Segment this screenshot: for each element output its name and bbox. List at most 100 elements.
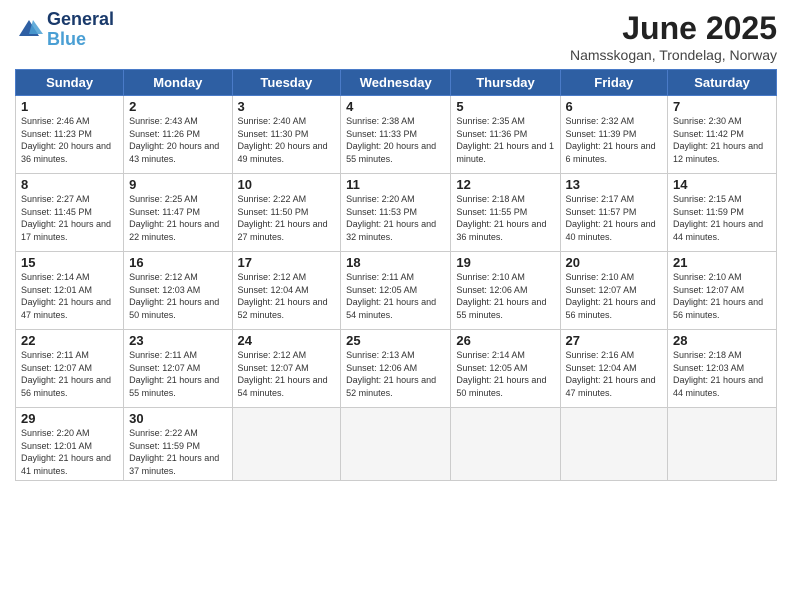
calendar-cell: 4 Sunrise: 2:38 AM Sunset: 11:33 PM Dayl… [341,96,451,174]
calendar-table: SundayMondayTuesdayWednesdayThursdayFrid… [15,69,777,481]
day-info: Sunrise: 2:30 AM Sunset: 11:42 PM Daylig… [673,115,771,165]
day-header-thursday: Thursday [451,70,560,96]
calendar-cell: 19 Sunrise: 2:10 AM Sunset: 12:06 AM Day… [451,252,560,330]
calendar-cell: 22 Sunrise: 2:11 AM Sunset: 12:07 AM Day… [16,330,124,408]
calendar-cell: 23 Sunrise: 2:11 AM Sunset: 12:07 AM Day… [124,330,232,408]
day-number: 3 [238,99,336,114]
day-header-saturday: Saturday [668,70,777,96]
day-info: Sunrise: 2:38 AM Sunset: 11:33 PM Daylig… [346,115,445,165]
calendar-cell: 17 Sunrise: 2:12 AM Sunset: 12:04 AM Day… [232,252,341,330]
day-number: 13 [566,177,663,192]
calendar-cell: 20 Sunrise: 2:10 AM Sunset: 12:07 AM Day… [560,252,668,330]
day-info: Sunrise: 2:10 AM Sunset: 12:07 AM Daylig… [673,271,771,321]
day-info: Sunrise: 2:25 AM Sunset: 11:47 PM Daylig… [129,193,226,243]
day-info: Sunrise: 2:12 AM Sunset: 12:03 AM Daylig… [129,271,226,321]
logo-text: General Blue [47,10,114,50]
day-info: Sunrise: 2:16 AM Sunset: 12:04 AM Daylig… [566,349,663,399]
day-number: 15 [21,255,118,270]
day-number: 29 [21,411,118,426]
day-info: Sunrise: 2:20 AM Sunset: 11:53 PM Daylig… [346,193,445,243]
day-info: Sunrise: 2:35 AM Sunset: 11:36 PM Daylig… [456,115,554,165]
day-info: Sunrise: 2:11 AM Sunset: 12:07 AM Daylig… [129,349,226,399]
day-header-friday: Friday [560,70,668,96]
day-number: 16 [129,255,226,270]
calendar-cell: 13 Sunrise: 2:17 AM Sunset: 11:57 PM Day… [560,174,668,252]
day-info: Sunrise: 2:40 AM Sunset: 11:30 PM Daylig… [238,115,336,165]
day-number: 8 [21,177,118,192]
day-number: 24 [238,333,336,348]
day-number: 5 [456,99,554,114]
day-info: Sunrise: 2:18 AM Sunset: 11:55 PM Daylig… [456,193,554,243]
calendar-week-5: 29 Sunrise: 2:20 AM Sunset: 12:01 AM Day… [16,408,777,481]
day-info: Sunrise: 2:32 AM Sunset: 11:39 PM Daylig… [566,115,663,165]
day-info: Sunrise: 2:20 AM Sunset: 12:01 AM Daylig… [21,427,118,477]
day-number: 7 [673,99,771,114]
calendar-cell: 29 Sunrise: 2:20 AM Sunset: 12:01 AM Day… [16,408,124,481]
calendar-cell: 10 Sunrise: 2:22 AM Sunset: 11:50 PM Day… [232,174,341,252]
day-header-sunday: Sunday [16,70,124,96]
calendar-cell: 14 Sunrise: 2:15 AM Sunset: 11:59 PM Day… [668,174,777,252]
calendar-cell: 21 Sunrise: 2:10 AM Sunset: 12:07 AM Day… [668,252,777,330]
day-info: Sunrise: 2:18 AM Sunset: 12:03 AM Daylig… [673,349,771,399]
calendar-cell [232,408,341,481]
day-header-monday: Monday [124,70,232,96]
day-number: 18 [346,255,445,270]
calendar-week-2: 8 Sunrise: 2:27 AM Sunset: 11:45 PM Dayl… [16,174,777,252]
calendar-cell: 11 Sunrise: 2:20 AM Sunset: 11:53 PM Day… [341,174,451,252]
day-info: Sunrise: 2:22 AM Sunset: 11:50 PM Daylig… [238,193,336,243]
logo: General Blue [15,10,114,50]
calendar-cell: 27 Sunrise: 2:16 AM Sunset: 12:04 AM Day… [560,330,668,408]
day-info: Sunrise: 2:10 AM Sunset: 12:06 AM Daylig… [456,271,554,321]
day-number: 30 [129,411,226,426]
day-number: 21 [673,255,771,270]
day-info: Sunrise: 2:12 AM Sunset: 12:07 AM Daylig… [238,349,336,399]
calendar-week-4: 22 Sunrise: 2:11 AM Sunset: 12:07 AM Day… [16,330,777,408]
day-number: 9 [129,177,226,192]
day-info: Sunrise: 2:14 AM Sunset: 12:01 AM Daylig… [21,271,118,321]
calendar-cell: 26 Sunrise: 2:14 AM Sunset: 12:05 AM Day… [451,330,560,408]
day-header-wednesday: Wednesday [341,70,451,96]
calendar-cell: 9 Sunrise: 2:25 AM Sunset: 11:47 PM Dayl… [124,174,232,252]
calendar-cell: 1 Sunrise: 2:46 AM Sunset: 11:23 PM Dayl… [16,96,124,174]
calendar-cell: 24 Sunrise: 2:12 AM Sunset: 12:07 AM Day… [232,330,341,408]
day-number: 28 [673,333,771,348]
title-block: June 2025 Namsskogan, Trondelag, Norway [570,10,777,63]
day-number: 19 [456,255,554,270]
calendar-cell: 7 Sunrise: 2:30 AM Sunset: 11:42 PM Dayl… [668,96,777,174]
calendar-week-1: 1 Sunrise: 2:46 AM Sunset: 11:23 PM Dayl… [16,96,777,174]
day-number: 14 [673,177,771,192]
day-number: 2 [129,99,226,114]
header: General Blue June 2025 Namsskogan, Trond… [15,10,777,63]
subtitle: Namsskogan, Trondelag, Norway [570,47,777,63]
day-number: 1 [21,99,118,114]
day-header-tuesday: Tuesday [232,70,341,96]
day-info: Sunrise: 2:43 AM Sunset: 11:26 PM Daylig… [129,115,226,165]
day-number: 23 [129,333,226,348]
day-info: Sunrise: 2:15 AM Sunset: 11:59 PM Daylig… [673,193,771,243]
day-number: 20 [566,255,663,270]
day-number: 25 [346,333,445,348]
day-info: Sunrise: 2:17 AM Sunset: 11:57 PM Daylig… [566,193,663,243]
day-info: Sunrise: 2:11 AM Sunset: 12:07 AM Daylig… [21,349,118,399]
day-number: 17 [238,255,336,270]
day-info: Sunrise: 2:12 AM Sunset: 12:04 AM Daylig… [238,271,336,321]
day-number: 12 [456,177,554,192]
calendar-cell [341,408,451,481]
day-number: 11 [346,177,445,192]
day-info: Sunrise: 2:14 AM Sunset: 12:05 AM Daylig… [456,349,554,399]
calendar-cell: 15 Sunrise: 2:14 AM Sunset: 12:01 AM Day… [16,252,124,330]
day-number: 4 [346,99,445,114]
main-title: June 2025 [570,10,777,47]
calendar-cell: 2 Sunrise: 2:43 AM Sunset: 11:26 PM Dayl… [124,96,232,174]
page: General Blue June 2025 Namsskogan, Trond… [0,0,792,612]
logo-icon [15,16,43,44]
calendar-cell: 12 Sunrise: 2:18 AM Sunset: 11:55 PM Day… [451,174,560,252]
calendar-cell: 28 Sunrise: 2:18 AM Sunset: 12:03 AM Day… [668,330,777,408]
calendar-cell: 6 Sunrise: 2:32 AM Sunset: 11:39 PM Dayl… [560,96,668,174]
calendar-cell [668,408,777,481]
calendar-cell: 25 Sunrise: 2:13 AM Sunset: 12:06 AM Day… [341,330,451,408]
day-info: Sunrise: 2:10 AM Sunset: 12:07 AM Daylig… [566,271,663,321]
day-info: Sunrise: 2:27 AM Sunset: 11:45 PM Daylig… [21,193,118,243]
day-number: 6 [566,99,663,114]
calendar-cell: 30 Sunrise: 2:22 AM Sunset: 11:59 PM Day… [124,408,232,481]
